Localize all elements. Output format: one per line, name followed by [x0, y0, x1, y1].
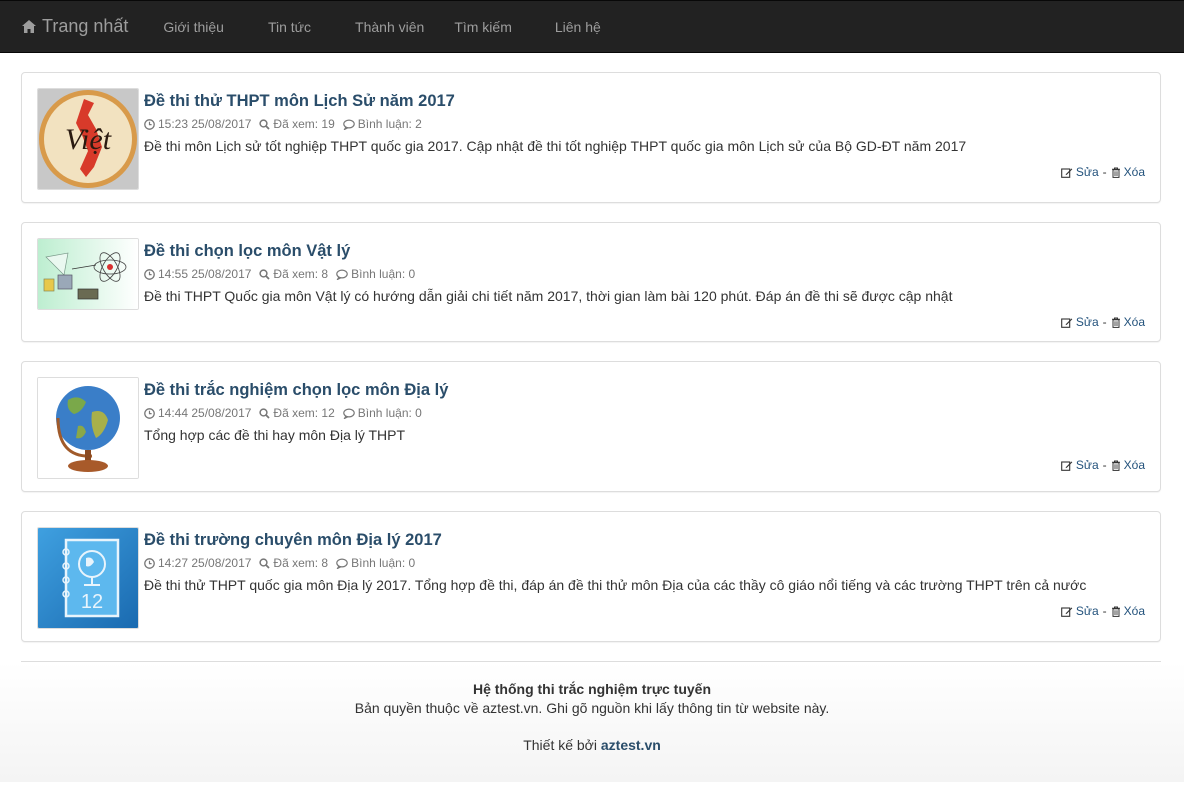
post-comments: Bình luận: 0: [351, 556, 416, 570]
footer-design-prefix: Thiết kế bởi: [523, 737, 597, 753]
post-meta: 14:55 25/08/2017 Đã xem: 8 Bình luận: 0: [144, 267, 1145, 281]
post-card: 12 Đề thi trường chuyên môn Địa lý 2017 …: [21, 511, 1161, 642]
comment-icon: [336, 557, 348, 569]
post-description: Đề thi môn Lịch sử tốt nghiệp THPT quốc …: [144, 138, 967, 154]
post-actions: Sửa - Xóa: [144, 604, 1145, 618]
nav-item-lien-he[interactable]: Liên hệ: [540, 19, 616, 35]
trash-icon: [1111, 460, 1120, 471]
delete-button[interactable]: Xóa: [1111, 604, 1145, 618]
brand-home-link[interactable]: Trang nhất: [21, 16, 128, 37]
action-separator: -: [1102, 315, 1107, 329]
trash-icon: [1111, 606, 1120, 617]
geography-book-thumbnail: 12: [38, 528, 138, 628]
brand-label: Trang nhất: [42, 16, 129, 36]
post-thumbnail[interactable]: [37, 377, 139, 479]
edit-label: Sửa: [1075, 458, 1099, 472]
action-separator: -: [1102, 165, 1107, 179]
clock-icon: [144, 407, 155, 419]
search-icon: [259, 268, 271, 280]
top-navbar: Trang nhất Giới thiệu Tin tức Thành viên…: [0, 0, 1184, 53]
post-card: Việt Đề thi thử THPT môn Lịch Sử năm 201…: [21, 72, 1161, 203]
vietnam-map-thumbnail: Việt: [38, 89, 138, 189]
post-card: Đề thi trắc nghiệm chọn lọc môn Địa lý 1…: [21, 361, 1161, 492]
search-icon: [259, 557, 271, 569]
svg-text:Việt: Việt: [65, 123, 112, 156]
post-views: Đã xem: 8: [273, 556, 329, 570]
post-title-link[interactable]: Đề thi trường chuyên môn Địa lý 2017: [144, 530, 1145, 550]
post-thumbnail[interactable]: Việt: [37, 88, 139, 190]
footer-title: Hệ thống thi trắc nghiệm trực tuyến: [472, 681, 712, 697]
post-actions: Sửa - Xóa: [144, 315, 1145, 329]
edit-button[interactable]: Sửa: [1061, 315, 1099, 329]
post-comments: Bình luận: 0: [357, 406, 422, 420]
nav-item-thanh-vien[interactable]: Thành viên: [340, 19, 439, 35]
edit-icon: [1061, 606, 1073, 617]
post-time: 15:23 25/08/2017: [158, 117, 252, 131]
post-time: 14:55 25/08/2017: [158, 267, 252, 281]
home-icon: [22, 20, 36, 33]
delete-label: Xóa: [1123, 604, 1145, 618]
post-views: Đã xem: 19: [273, 117, 335, 131]
post-views: Đã xem: 12: [273, 406, 335, 420]
post-list: Việt Đề thi thử THPT môn Lịch Sử năm 201…: [0, 53, 1184, 642]
action-separator: -: [1102, 458, 1107, 472]
site-footer: Hệ thống thi trắc nghiệm trực tuyến Bản …: [0, 662, 1184, 782]
edit-icon: [1061, 317, 1073, 328]
nav-item-gioi-thieu[interactable]: Giới thiệu: [148, 19, 239, 35]
delete-button[interactable]: Xóa: [1111, 315, 1145, 329]
trash-icon: [1111, 317, 1120, 328]
post-description: Tổng hợp các đề thi hay môn Địa lý THPT: [144, 427, 406, 443]
comment-icon: [342, 407, 355, 419]
action-separator: -: [1102, 604, 1107, 618]
edit-icon: [1061, 460, 1073, 471]
post-description: Đề thi thử THPT quốc gia môn Địa lý 2017…: [144, 577, 1087, 593]
svg-text:12: 12: [81, 591, 103, 613]
nav-item-tin-tuc[interactable]: Tin tức: [253, 19, 326, 35]
footer-design-credit: Thiết kế bởi aztest.vn: [0, 737, 1184, 753]
delete-label: Xóa: [1123, 458, 1145, 472]
search-icon: [259, 118, 271, 130]
delete-label: Xóa: [1123, 165, 1145, 179]
globe-thumbnail: [38, 378, 138, 478]
post-actions: Sửa - Xóa: [144, 458, 1145, 472]
post-views: Đã xem: 8: [273, 267, 329, 281]
clock-icon: [144, 268, 155, 280]
post-description: Đề thi THPT Quốc gia môn Vật lý có hướng…: [144, 288, 953, 304]
post-comments: Bình luận: 2: [357, 117, 422, 131]
post-title-link[interactable]: Đề thi chọn lọc môn Vật lý: [144, 241, 1145, 261]
footer-copyright: Bản quyền thuộc về aztest.vn. Ghi gõ ngu…: [354, 700, 830, 716]
nav-item-tim-kiem[interactable]: Tìm kiếm: [439, 19, 527, 35]
post-thumbnail[interactable]: 12: [37, 527, 139, 629]
footer-design-link[interactable]: aztest.vn: [601, 737, 661, 753]
post-thumbnail[interactable]: [37, 238, 139, 310]
post-time: 14:44 25/08/2017: [158, 406, 252, 420]
edit-label: Sửa: [1075, 604, 1099, 618]
edit-label: Sửa: [1075, 165, 1099, 179]
post-title-link[interactable]: Đề thi thử THPT môn Lịch Sử năm 2017: [144, 91, 1145, 111]
edit-button[interactable]: Sửa: [1061, 165, 1099, 179]
post-card: Đề thi chọn lọc môn Vật lý 14:55 25/08/2…: [21, 222, 1161, 342]
delete-button[interactable]: Xóa: [1111, 458, 1145, 472]
edit-label: Sửa: [1075, 315, 1099, 329]
physics-experiment-thumbnail: [38, 239, 138, 309]
comment-icon: [342, 118, 355, 130]
comment-icon: [336, 268, 348, 280]
post-comments: Bình luận: 0: [351, 267, 416, 281]
delete-button[interactable]: Xóa: [1111, 165, 1145, 179]
post-meta: 14:27 25/08/2017 Đã xem: 8 Bình luận: 0: [144, 556, 1145, 570]
edit-button[interactable]: Sửa: [1061, 458, 1099, 472]
edit-icon: [1061, 167, 1073, 178]
clock-icon: [144, 118, 155, 130]
clock-icon: [144, 557, 155, 569]
post-meta: 14:44 25/08/2017 Đã xem: 12 Bình luận: 0: [144, 406, 1145, 420]
post-time: 14:27 25/08/2017: [158, 556, 252, 570]
trash-icon: [1111, 167, 1120, 178]
edit-button[interactable]: Sửa: [1061, 604, 1099, 618]
delete-label: Xóa: [1123, 315, 1145, 329]
post-title-link[interactable]: Đề thi trắc nghiệm chọn lọc môn Địa lý: [144, 380, 1145, 400]
post-actions: Sửa - Xóa: [144, 165, 1145, 179]
post-meta: 15:23 25/08/2017 Đã xem: 19 Bình luận: 2: [144, 117, 1145, 131]
search-icon: [259, 407, 271, 419]
